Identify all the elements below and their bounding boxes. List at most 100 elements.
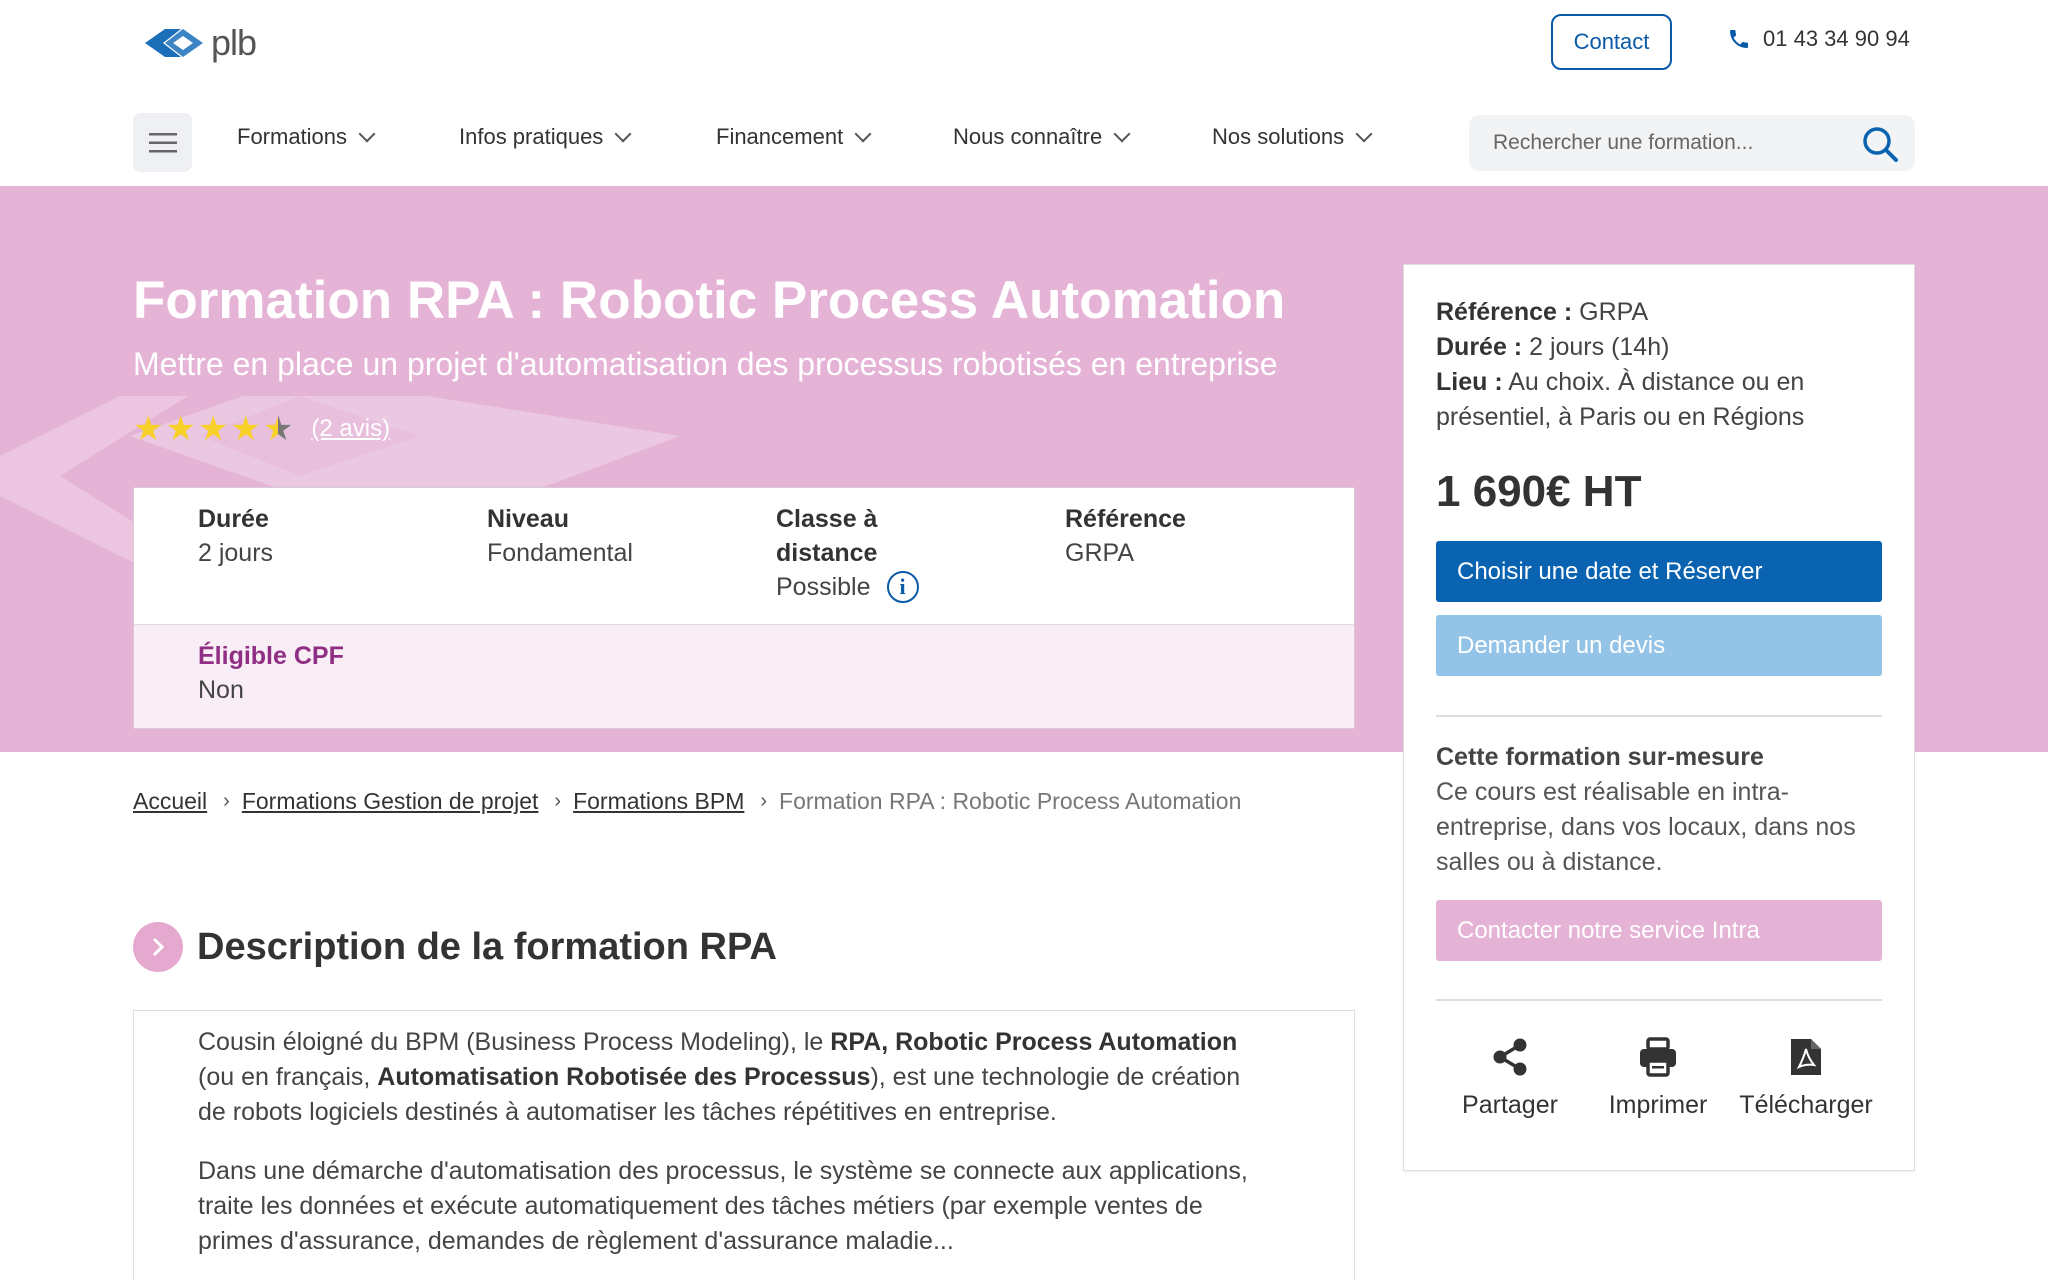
divider	[1436, 999, 1882, 1001]
sidebar-lieu-value-2: présentiel, à Paris ou en Régions	[1436, 403, 1805, 431]
info-duree: Durée 2 jours	[198, 502, 487, 624]
rating: ★ ★ ★ ★ ★ (2 avis)	[133, 412, 390, 446]
search-input[interactable]	[1493, 131, 1853, 155]
cpf-label: Éligible CPF	[198, 642, 344, 670]
plb-logo[interactable]: plb	[143, 22, 257, 64]
course-info-card: Durée 2 jours Niveau Fondamental Classe …	[133, 487, 1355, 729]
cpf-value: Non	[198, 676, 244, 704]
contact-button[interactable]: Contact	[1551, 14, 1672, 70]
share-button[interactable]: Partager	[1436, 1037, 1584, 1120]
breadcrumb-gestion-projet[interactable]: Formations Gestion de projet	[242, 788, 539, 815]
info-classe-label-1: Classe à	[776, 505, 878, 533]
search-icon[interactable]	[1861, 125, 1899, 163]
chevron-down-icon	[614, 125, 632, 143]
desc-p1-text-a: Cousin éloigné du BPM (Business Process …	[198, 1028, 831, 1056]
desc-p1-bold-b: RPA, Robotic Process Automation	[830, 1028, 1238, 1056]
pdf-icon	[1791, 1039, 1821, 1075]
sidebar-reference: Référence : GRPA	[1436, 295, 1882, 330]
nav-nos-solutions[interactable]: Nos solutions	[1212, 124, 1373, 150]
intra-text: Ce cours est réalisable en intra-entrepr…	[1436, 778, 1856, 876]
info-classe-distance: Classe à distance Possible i	[776, 502, 1065, 624]
share-actions: Partager Imprimer Télécharger	[1436, 1037, 1882, 1120]
phone-number[interactable]: 01 43 34 90 94	[1727, 26, 1910, 52]
info-niveau-value: Fondamental	[487, 539, 633, 567]
description-paragraph-1: Cousin éloigné du BPM (Business Process …	[198, 1025, 1258, 1130]
breadcrumb-separator-icon: ›	[760, 790, 768, 812]
info-duree-value: 2 jours	[198, 539, 274, 567]
divider	[1436, 715, 1882, 717]
info-classe-value-row: Possible i	[776, 570, 1065, 604]
info-niveau: Niveau Fondamental	[487, 502, 776, 624]
star-full-icon: ★	[230, 410, 261, 448]
nav-nous-connaitre-label: Nous connaître	[953, 124, 1103, 149]
reviews-link[interactable]: (2 avis)	[311, 415, 390, 443]
breadcrumb-accueil[interactable]: Accueil	[133, 788, 207, 815]
description-heading: Description de la formation RPA	[133, 922, 777, 972]
nav-formations[interactable]: Formations	[237, 124, 459, 150]
info-icon[interactable]: i	[886, 571, 919, 603]
hamburger-icon	[148, 132, 177, 152]
info-niveau-label: Niveau	[487, 505, 569, 533]
booking-sidebar: Référence : GRPA Durée : 2 jours (14h) L…	[1403, 264, 1915, 1171]
quote-button[interactable]: Demander un devis	[1436, 615, 1882, 676]
star-full-icon: ★	[197, 410, 229, 448]
sidebar-duree: Durée : 2 jours (14h)	[1436, 330, 1882, 365]
desc-p1-text-c: (ou en français,	[198, 1063, 378, 1091]
cpf-row: Éligible CPF Non	[134, 625, 1354, 728]
info-classe-label-2: distance	[776, 539, 878, 567]
site-header: plb Contact 01 43 34 90 94 Formations In…	[0, 0, 2048, 186]
nav-financement-label: Financement	[716, 124, 844, 149]
nav-infos-pratiques[interactable]: Infos pratiques	[459, 124, 716, 150]
info-reference-value: GRPA	[1065, 539, 1134, 567]
breadcrumb: Accueil › Formations Gestion de projet ›…	[133, 788, 1241, 815]
description-paragraph-2: Dans une démarche d'automatisation des p…	[198, 1157, 1248, 1255]
desc-p1-bold-d: Automatisation Robotisée des Processus	[377, 1063, 871, 1091]
sidebar-duree-label: Durée :	[1436, 333, 1523, 361]
sidebar-duree-value: 2 jours (14h)	[1529, 333, 1670, 361]
print-button[interactable]: Imprimer	[1584, 1037, 1732, 1120]
phone-text: 01 43 34 90 94	[1763, 26, 1910, 51]
sidebar-lieu-label: Lieu :	[1436, 368, 1503, 396]
sidebar-lieu-value-1: Au choix. À distance ou en	[1508, 368, 1805, 396]
phone-icon	[1730, 30, 1748, 48]
info-reference: Référence GRPA	[1065, 502, 1354, 624]
star-half-icon: ★	[262, 410, 294, 448]
intra-contact-button[interactable]: Contacter notre service Intra	[1436, 900, 1882, 961]
hamburger-menu-button[interactable]	[133, 113, 192, 172]
page-subtitle: Mettre en place un projet d'automatisati…	[133, 346, 1278, 382]
breadcrumb-current: Formation RPA : Robotic Process Automati…	[779, 788, 1242, 814]
download-button[interactable]: Télécharger	[1732, 1037, 1880, 1120]
breadcrumb-bpm[interactable]: Formations BPM	[573, 788, 744, 815]
chevron-down-icon	[1355, 125, 1373, 143]
share-icon	[1493, 1038, 1527, 1076]
plb-logo-icon	[145, 29, 203, 57]
course-info-row: Durée 2 jours Niveau Fondamental Classe …	[134, 488, 1354, 625]
search-bar	[1469, 115, 1915, 171]
download-label: Télécharger	[1739, 1091, 1873, 1119]
chevron-right-icon	[133, 922, 183, 972]
breadcrumb-separator-icon: ›	[554, 790, 562, 812]
logo-text: plb	[211, 22, 257, 63]
chevron-down-icon	[358, 125, 376, 143]
printer-icon	[1640, 1037, 1676, 1077]
reserve-button[interactable]: Choisir une date et Réserver	[1436, 541, 1882, 602]
nav-infos-pratiques-label: Infos pratiques	[459, 124, 604, 149]
page-title: Formation RPA : Robotic Process Automati…	[133, 271, 1286, 330]
chevron-down-icon	[854, 125, 872, 143]
share-label: Partager	[1462, 1091, 1558, 1119]
description-box: Cousin éloigné du BPM (Business Process …	[133, 1010, 1355, 1280]
sidebar-reference-value: GRPA	[1579, 298, 1649, 326]
price: 1 690€ HT	[1436, 467, 1642, 516]
chevron-down-icon	[1113, 125, 1131, 143]
main-nav: Formations Infos pratiques Financement N…	[237, 124, 1373, 150]
intra-title: Cette formation sur-mesure	[1436, 743, 1764, 771]
nav-formations-label: Formations	[237, 124, 348, 149]
nav-financement[interactable]: Financement	[716, 124, 953, 150]
description-title: Description de la formation RPA	[197, 925, 777, 968]
star-full-icon: ★	[133, 410, 164, 448]
info-classe-value: Possible	[776, 573, 871, 601]
breadcrumb-separator-icon: ›	[223, 790, 230, 812]
sidebar-reference-label: Référence :	[1436, 298, 1573, 326]
nav-nous-connaitre[interactable]: Nous connaître	[953, 124, 1212, 150]
sidebar-lieu: Lieu : Au choix. À distance ou en	[1436, 365, 1882, 400]
